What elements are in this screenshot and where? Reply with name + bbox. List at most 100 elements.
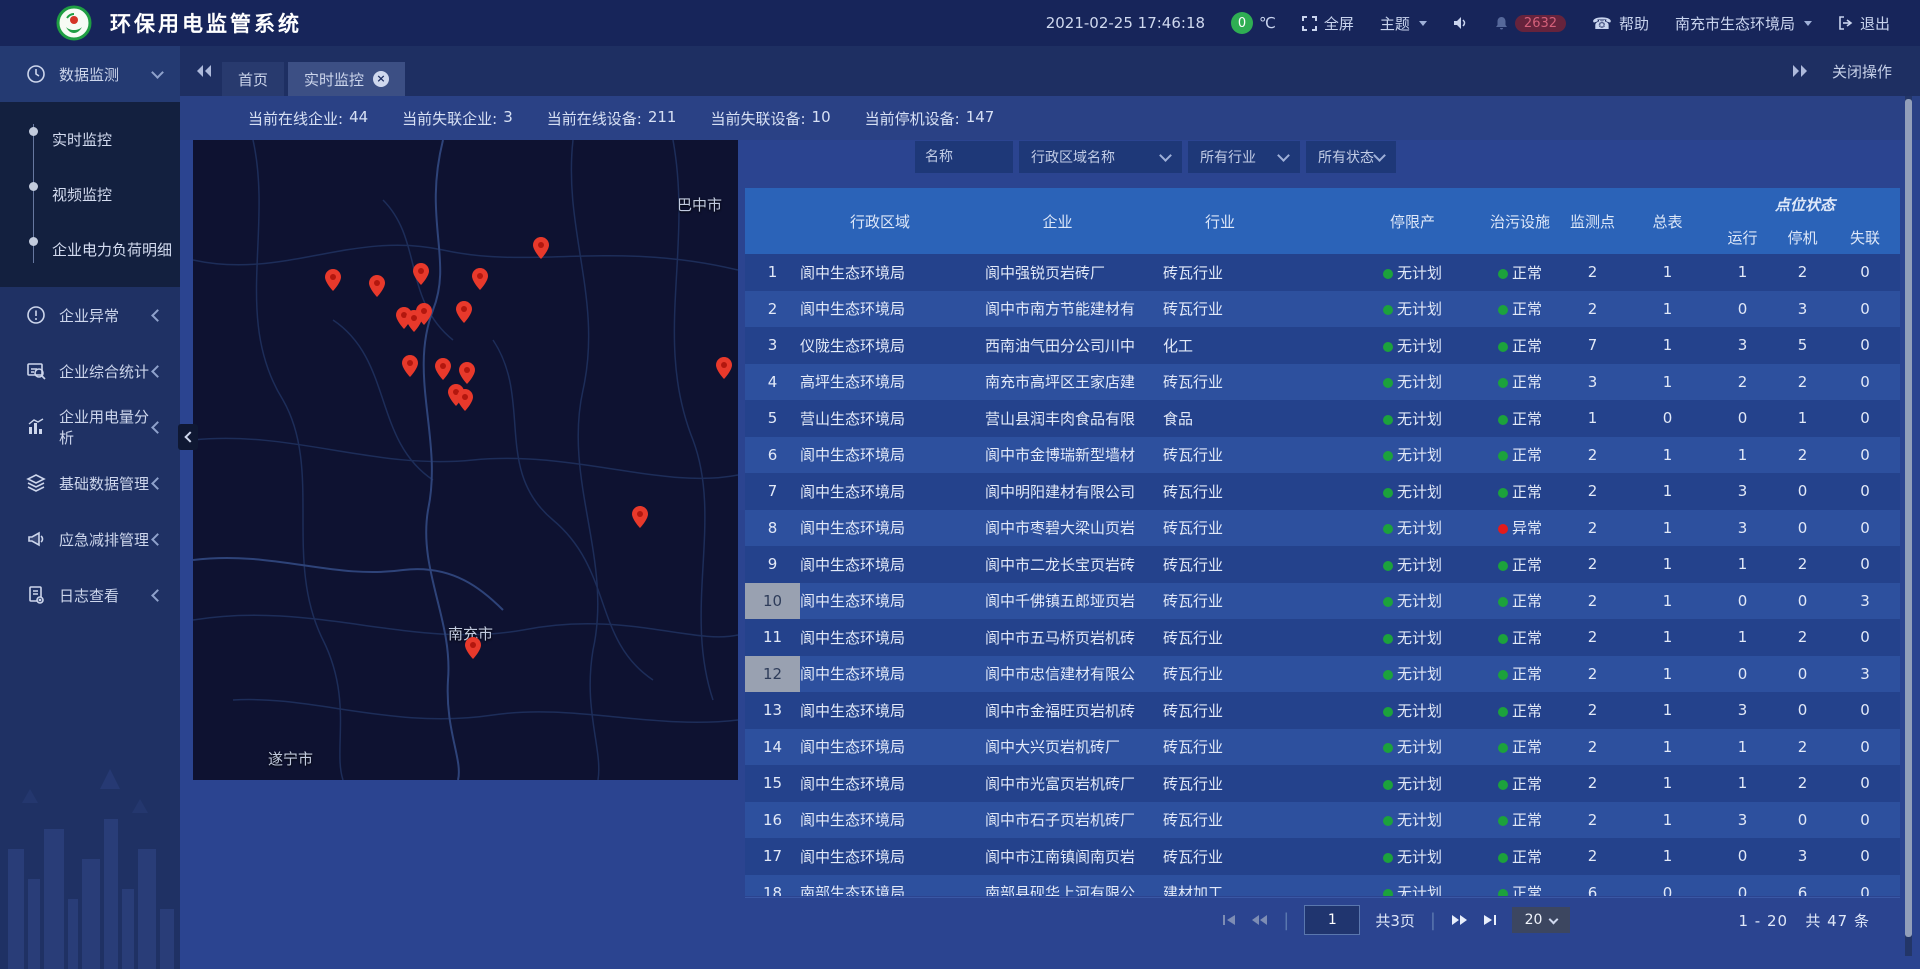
map-pin-icon[interactable]	[413, 263, 429, 285]
status-dot-icon	[1498, 561, 1508, 571]
scrollbar-thumb[interactable]	[1905, 99, 1912, 937]
cell-region: 阆中生态环境局	[800, 473, 960, 510]
sidebar-subitem[interactable]: 视频监控	[0, 167, 180, 222]
name-filter-input[interactable]	[915, 141, 1013, 173]
cell-industry: 砖瓦行业	[1155, 510, 1345, 547]
map-pin-icon[interactable]	[456, 301, 472, 323]
map-pin-icon[interactable]	[465, 637, 481, 659]
table-row[interactable]: 7阆中生态环境局阆中明阳建材有限公司砖瓦行业无计划正常21300	[745, 473, 1900, 510]
tabs-scroll-left-button[interactable]	[196, 64, 212, 78]
cell-run: 1	[1710, 437, 1775, 474]
table-row[interactable]: 16阆中生态环境局阆中市石子页岩机砖厂砖瓦行业无计划正常21300	[745, 802, 1900, 839]
sidebar-item-power-analysis[interactable]: 企业用电量分析	[0, 399, 180, 455]
cell-run: 0	[1710, 656, 1775, 693]
table-row[interactable]: 1阆中生态环境局阆中强锐页岩砖厂砖瓦行业无计划正常21120	[745, 254, 1900, 291]
table-row[interactable]: 2阆中生态环境局阆中市南方节能建材有砖瓦行业无计划正常21030	[745, 291, 1900, 328]
sidebar-collapse-button[interactable]	[178, 424, 198, 450]
map-pin-icon[interactable]	[416, 303, 432, 325]
cell-lost: 0	[1830, 364, 1900, 401]
page-size-select[interactable]: 20	[1512, 907, 1570, 933]
next-page-button[interactable]	[1451, 914, 1468, 926]
cell-meters: 1	[1625, 437, 1710, 474]
chevron-left-icon	[151, 421, 164, 434]
vertical-scrollbar[interactable]	[1905, 96, 1912, 956]
map-panel[interactable]: 巴中市南充市遂宁市	[193, 140, 738, 780]
map-pin-icon[interactable]	[369, 275, 385, 297]
cell-lost: 0	[1830, 619, 1900, 656]
table-row[interactable]: 15阆中生态环境局阆中市光富页岩机砖厂砖瓦行业无计划正常21120	[745, 765, 1900, 802]
cell-company: 营山县润丰肉食品有限	[960, 400, 1155, 437]
speaker-icon	[1453, 16, 1469, 30]
table-row[interactable]: 6阆中生态环境局阆中市金博瑞新型墙材砖瓦行业无计划正常21120	[745, 437, 1900, 474]
tab-home[interactable]: 首页	[222, 62, 284, 96]
cell-region: 阆中生态环境局	[800, 802, 960, 839]
map-pin-icon[interactable]	[402, 355, 418, 377]
table-row[interactable]: 18南部生态环境局南部县砚华上河有限公建材加工无计划正常60060	[745, 875, 1900, 897]
col-points: 监测点	[1560, 188, 1625, 254]
table-row[interactable]: 4高坪生态环境局南充市高坪区王家店建砖瓦行业无计划正常31220	[745, 364, 1900, 401]
logout-button[interactable]: 退出	[1838, 13, 1890, 34]
map-pin-icon[interactable]	[716, 357, 732, 379]
datetime: 2021-02-25 17:46:18	[1046, 14, 1205, 32]
chevron-left-icon	[151, 309, 164, 322]
map-pin-icon[interactable]	[632, 506, 648, 528]
cell-facility-status: 正常	[1480, 692, 1560, 729]
org-dropdown[interactable]: 南充市生态环境局	[1675, 13, 1812, 34]
page-number-input[interactable]	[1304, 905, 1360, 935]
sidebar-subitem[interactable]: 企业电力负荷明细	[0, 222, 180, 277]
map-pin-icon[interactable]	[533, 237, 549, 259]
warning-icon	[26, 305, 46, 325]
previous-page-button[interactable]	[1251, 914, 1268, 926]
table-row[interactable]: 11阆中生态环境局阆中市五马桥页岩机砖砖瓦行业无计划正常21120	[745, 619, 1900, 656]
sidebar-item-enterprise-stats[interactable]: 企业综合统计	[0, 343, 180, 399]
cell-industry: 砖瓦行业	[1155, 437, 1345, 474]
sidebar-item-logs[interactable]: 日志查看	[0, 567, 180, 623]
table-row[interactable]: 8阆中生态环境局阆中市枣碧大梁山页岩砖瓦行业无计划异常21300	[745, 510, 1900, 547]
cell-limit-status: 无计划	[1345, 765, 1480, 802]
col-meters: 总表	[1625, 188, 1710, 254]
map-pin-icon[interactable]	[325, 269, 341, 291]
sidebar-subitem-label: 企业电力负荷明细	[52, 239, 172, 260]
last-page-button[interactable]	[1483, 914, 1497, 926]
table-row[interactable]: 13阆中生态环境局阆中市金福旺页岩机砖砖瓦行业无计划正常21300	[745, 692, 1900, 729]
chevron-down-icon	[1277, 149, 1290, 162]
cell-limit-status: 无计划	[1345, 473, 1480, 510]
map-pin-icon[interactable]	[472, 268, 488, 290]
industry-filter-select[interactable]: 所有行业	[1188, 141, 1300, 173]
table-row[interactable]: 12阆中生态环境局阆中市忠信建材有限公砖瓦行业无计划正常21003	[745, 656, 1900, 693]
chart-icon	[26, 417, 46, 437]
tab-realtime-monitor[interactable]: 实时监控 ×	[288, 62, 405, 96]
sidebar-subitem[interactable]: 实时监控	[0, 112, 180, 167]
sidebar-item-emergency[interactable]: 应急减排管理	[0, 511, 180, 567]
map-pin-icon[interactable]	[457, 389, 473, 411]
map-pin-icon[interactable]	[435, 358, 451, 380]
fullscreen-button[interactable]: 全屏	[1302, 13, 1354, 34]
sidebar-item-data-monitor[interactable]: 数据监测	[0, 46, 180, 102]
close-operations-button[interactable]: 关闭操作	[1832, 61, 1892, 82]
cell-limit-status: 无计划	[1345, 400, 1480, 437]
col-industry: 行业	[1155, 188, 1345, 254]
help-button[interactable]: ☎ 帮助	[1592, 13, 1649, 34]
cell-region: 阆中生态环境局	[800, 546, 960, 583]
cell-region: 阆中生态环境局	[800, 729, 960, 766]
cell-run: 1	[1710, 619, 1775, 656]
sound-button[interactable]	[1453, 16, 1469, 30]
region-filter-select[interactable]: 行政区域名称	[1019, 141, 1182, 173]
table-row[interactable]: 3仪陇生态环境局西南油气田分公司川中化工无计划正常71350	[745, 327, 1900, 364]
table-row[interactable]: 10阆中生态环境局阆中千佛镇五郎垭页岩砖瓦行业无计划正常21003	[745, 583, 1900, 620]
map-pin-icon[interactable]	[459, 362, 475, 384]
map-city-label: 巴中市	[677, 194, 722, 215]
tab-close-icon[interactable]: ×	[373, 71, 389, 87]
sidebar-item-base-data[interactable]: 基础数据管理	[0, 455, 180, 511]
notification-button[interactable]: 2632	[1495, 15, 1566, 32]
theme-dropdown[interactable]: 主题	[1380, 13, 1427, 34]
sidebar-item-enterprise-abnormal[interactable]: 企业异常	[0, 287, 180, 343]
status-filter-select[interactable]: 所有状态	[1306, 141, 1396, 173]
table-row[interactable]: 9阆中生态环境局阆中市二龙长宝页岩砖砖瓦行业无计划正常21120	[745, 546, 1900, 583]
table-row[interactable]: 17阆中生态环境局阆中市江南镇阆南页岩砖瓦行业无计划正常21030	[745, 838, 1900, 875]
table-row[interactable]: 5营山生态环境局营山县润丰肉食品有限食品无计划正常10010	[745, 400, 1900, 437]
table-row[interactable]: 14阆中生态环境局阆中大兴页岩机砖厂砖瓦行业无计划正常21120	[745, 729, 1900, 766]
chevron-left-icon	[151, 365, 164, 378]
first-page-button[interactable]	[1222, 914, 1236, 926]
tabs-scroll-right-button[interactable]	[1792, 64, 1808, 78]
